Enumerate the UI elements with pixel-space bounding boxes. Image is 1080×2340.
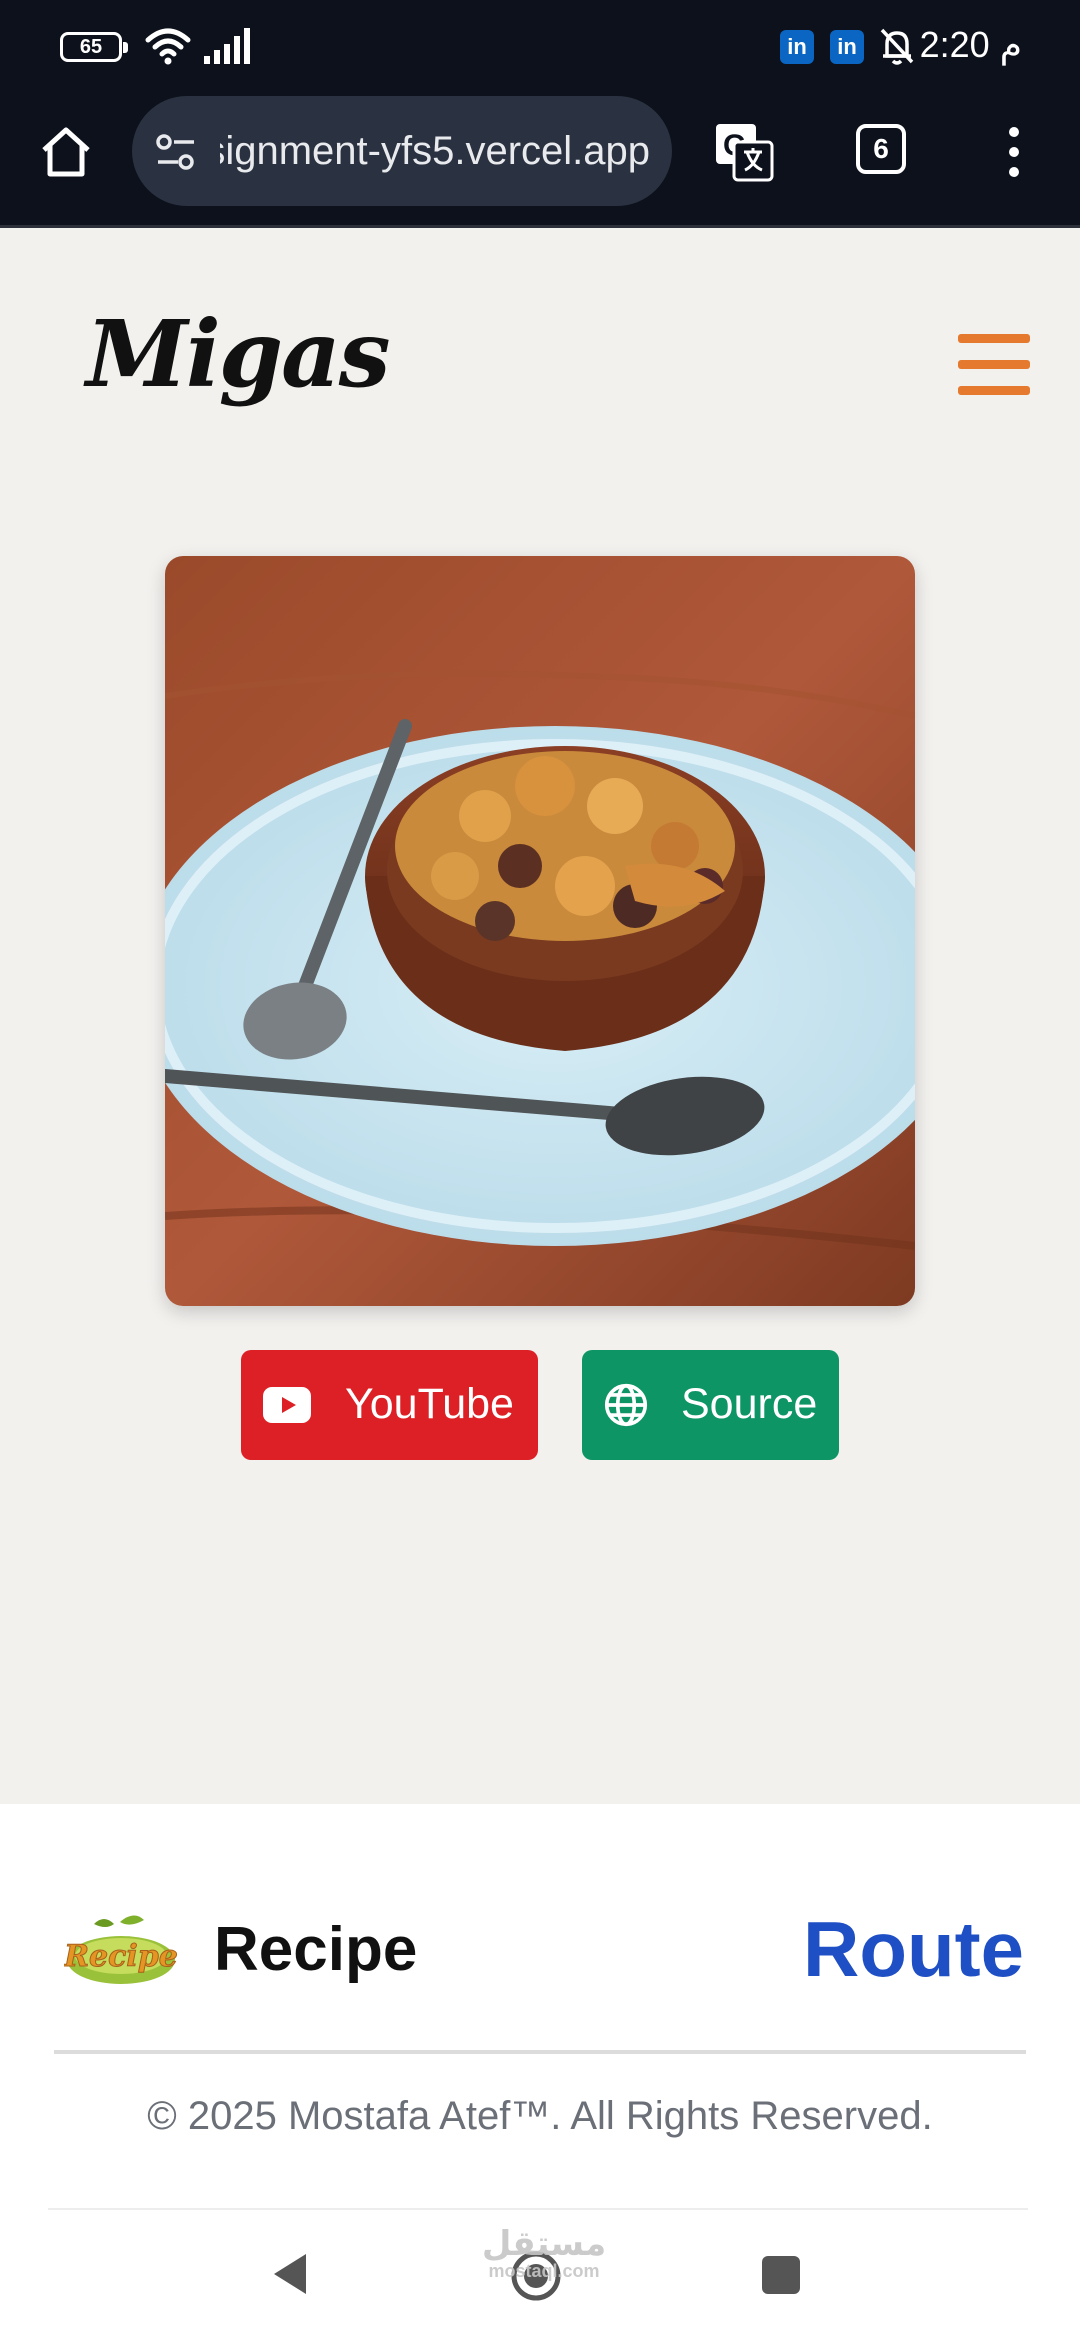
signal-icon [204, 28, 250, 64]
youtube-icon [263, 1387, 311, 1423]
svg-text:Recipe: Recipe [64, 1939, 178, 1974]
linkedin-notification-icon: in [830, 30, 864, 64]
copyright-text: © 2025 Mostafa Atef™. All Rights Reserve… [147, 2094, 933, 2138]
youtube-label: YouTube [345, 1380, 514, 1428]
time: 2:20 [919, 24, 990, 65]
translate-icon[interactable]: G [712, 120, 776, 184]
youtube-button[interactable]: YouTube [241, 1350, 538, 1460]
hamburger-menu-icon[interactable] [958, 334, 1030, 400]
globe-icon [604, 1383, 648, 1427]
footer-divider-bottom [48, 2208, 1028, 2210]
site-logo[interactable]: Migas [86, 300, 391, 408]
status-bar: 65 in in م 2:20 [0, 0, 1080, 92]
browser-toolbar: https://recipe-assignment-yfs5.vercel.ap… [0, 92, 1080, 228]
clock: م 2:20 [920, 24, 1022, 66]
site-settings-icon[interactable] [154, 130, 198, 174]
footer-route-link[interactable]: Route [803, 1904, 1024, 1995]
watermark-latin: mostaql.com [488, 2261, 600, 2281]
wifi-icon [145, 28, 191, 65]
battery-icon: 65 [60, 32, 128, 62]
source-button[interactable]: Source [582, 1350, 839, 1460]
source-label: Source [681, 1380, 818, 1428]
bell-off-icon [880, 28, 914, 65]
linkedin-notification-icon: in [780, 30, 814, 64]
tab-switcher-button[interactable]: 6 [856, 124, 906, 174]
footer-brand[interactable]: Recipe [214, 1914, 417, 1985]
watermark-arabic: مستقل [481, 2225, 607, 2263]
battery-level: 65 [79, 36, 103, 58]
time-suffix: م [999, 24, 1022, 65]
recent-apps-icon[interactable] [762, 2256, 800, 2294]
watermark: مستقل mostaql.com [474, 2226, 614, 2280]
address-bar[interactable]: https://recipe-assignment-yfs5.vercel.ap… [132, 96, 672, 206]
recipe-logo[interactable]: Recipe [64, 1910, 178, 1990]
footer-divider [54, 2050, 1026, 2054]
more-options-icon[interactable] [1004, 124, 1024, 180]
meal-image [165, 556, 915, 1306]
home-icon[interactable] [36, 122, 96, 182]
back-icon[interactable] [270, 2252, 310, 2296]
url-text[interactable]: https://recipe-assignment-yfs5.vercel.ap… [220, 126, 650, 176]
